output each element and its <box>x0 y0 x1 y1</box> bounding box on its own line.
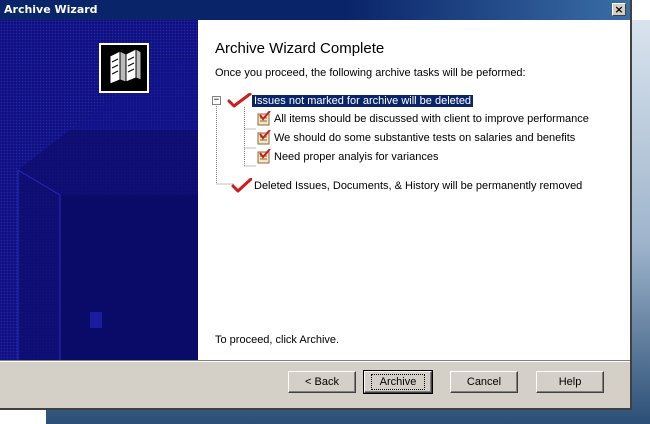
tree-node-child[interactable]: Need proper analyis for variances <box>256 149 440 164</box>
server-tower-illustration <box>17 43 198 360</box>
tree-node-child[interactable]: All items should be discussed with clien… <box>256 111 591 126</box>
page-title: Archive Wizard Complete <box>215 40 385 57</box>
archive-button-label: Archive <box>370 374 426 390</box>
cancel-button[interactable]: Cancel <box>450 371 518 393</box>
tree-node-label: Need proper analyis for variances <box>274 150 439 163</box>
page-subtitle: Once you proceed, the following archive … <box>215 67 526 79</box>
tree-node-root-issues[interactable]: Issues not marked for archive will be de… <box>224 93 474 108</box>
window-title: Archive Wizard <box>4 3 98 16</box>
tree-node-root-deleted[interactable]: Deleted Issues, Documents, & History wil… <box>230 178 584 193</box>
archive-task-tree[interactable]: − Issues not marked for archive will be … <box>212 93 622 213</box>
red-checkmark-icon <box>231 178 252 193</box>
close-button[interactable]: × <box>612 3 626 16</box>
title-bar[interactable]: Archive Wizard × <box>0 0 630 20</box>
red-checkmark-icon <box>227 93 252 108</box>
wizard-sidebar-graphic <box>0 20 198 360</box>
back-button[interactable]: < Back <box>288 371 356 393</box>
tree-node-label: We should do some substantive tests on s… <box>274 131 576 144</box>
archive-cabinets-icon <box>99 43 149 93</box>
help-button[interactable]: Help <box>536 371 604 393</box>
note-check-icon <box>257 111 271 126</box>
note-check-icon <box>257 149 271 164</box>
tree-node-label: Issues not marked for archive will be de… <box>252 94 474 107</box>
footer-divider <box>0 360 630 362</box>
collapse-toggle[interactable]: − <box>212 96 221 105</box>
archive-wizard-dialog: Archive Wizard × Archive Wizard Complete… <box>0 0 632 410</box>
note-check-icon <box>257 130 271 145</box>
tree-node-child[interactable]: We should do some substantive tests on s… <box>256 130 577 145</box>
wizard-content-panel: Archive Wizard Complete Once you proceed… <box>198 20 630 360</box>
archive-button[interactable]: Archive <box>363 370 433 394</box>
proceed-instruction: To proceed, click Archive. <box>215 334 340 346</box>
tree-node-label: Deleted Issues, Documents, & History wil… <box>254 179 583 192</box>
tree-node-label: All items should be discussed with clien… <box>274 112 589 125</box>
